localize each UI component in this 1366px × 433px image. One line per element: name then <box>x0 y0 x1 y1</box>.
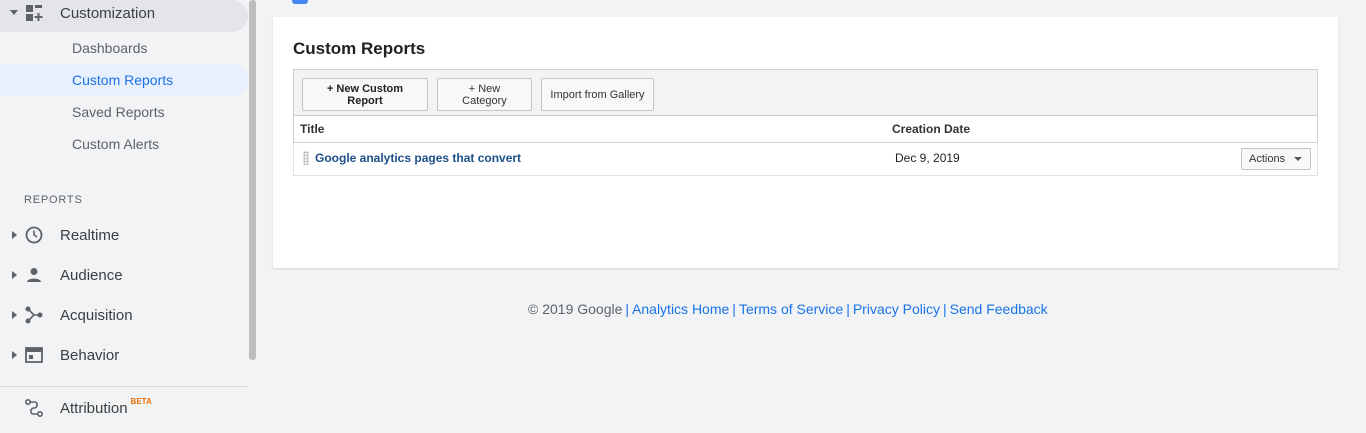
reports-toolbar: + New Custom Report + New Category Impor… <box>293 69 1318 116</box>
acquisition-icon <box>25 306 43 324</box>
import-from-gallery-button[interactable]: Import from Gallery <box>541 78 654 111</box>
clock-icon <box>25 226 43 244</box>
actions-label: Actions <box>1249 153 1286 165</box>
beta-badge: BETA <box>130 397 152 406</box>
footer-link-analytics-home[interactable]: Analytics Home <box>632 301 729 317</box>
custom-reports-card: Custom Reports + New Custom Report + New… <box>273 17 1338 268</box>
footer: © 2019 Google | Analytics Home | Terms of Se… <box>528 301 1048 317</box>
sidebar: Customization Dashboards Custom Reports … <box>0 0 256 433</box>
footer-link-terms[interactable]: Terms of Service <box>739 301 843 317</box>
caret-down-icon <box>10 10 18 15</box>
sidebar-item-acquisition[interactable]: Acquisition <box>0 300 248 330</box>
sidebar-item-label: Custom Reports <box>72 72 174 88</box>
attribution-label-wrap: Attribution BETA <box>60 397 152 417</box>
top-app-chip <box>292 0 308 4</box>
person-icon <box>27 268 41 282</box>
table-row: Google analytics pages that convert Dec … <box>293 143 1318 176</box>
sidebar-item-label: Behavior <box>60 347 120 364</box>
page-title: Custom Reports <box>293 39 426 58</box>
sidebar-item-custom-reports[interactable]: Custom Reports <box>0 64 248 96</box>
caret-right-icon <box>12 351 17 359</box>
sidebar-item-custom-alerts[interactable]: Custom Alerts <box>0 128 248 160</box>
new-custom-report-button[interactable]: + New Custom Report <box>302 78 428 111</box>
footer-separator: | <box>732 301 736 317</box>
footer-separator: | <box>625 301 630 317</box>
column-header-title[interactable]: Title <box>300 122 324 136</box>
report-creation-date: Dec 9, 2019 <box>895 151 960 165</box>
sidebar-item-label: Customization <box>60 5 156 22</box>
sidebar-item-realtime[interactable]: Realtime <box>0 220 248 250</box>
sidebar-item-customization[interactable]: Customization <box>0 0 248 32</box>
sidebar-item-saved-reports[interactable]: Saved Reports <box>0 96 248 128</box>
drag-handle-icon[interactable] <box>303 151 309 165</box>
column-header-creation-date[interactable]: Creation Date <box>892 122 970 136</box>
attribution-icon <box>25 399 43 417</box>
table-header: Title Creation Date <box>293 116 1318 143</box>
chevron-down-icon <box>1294 157 1302 161</box>
footer-copyright: © 2019 Google <box>528 301 623 317</box>
sidebar-item-label: Saved Reports <box>72 104 165 120</box>
sidebar-divider <box>0 386 248 387</box>
report-title-link[interactable]: Google analytics pages that convert <box>315 151 521 165</box>
sidebar-item-dashboards[interactable]: Dashboards <box>0 32 248 64</box>
footer-link-send-feedback[interactable]: Send Feedback <box>950 301 1048 317</box>
caret-right-icon <box>12 231 17 239</box>
sidebar-item-label: Realtime <box>60 227 120 244</box>
caret-right-icon <box>12 311 17 319</box>
sidebar-item-label: Dashboards <box>72 40 148 56</box>
behavior-icon <box>25 347 43 363</box>
sidebar-item-audience[interactable]: Audience <box>0 260 248 290</box>
sidebar-item-label: Custom Alerts <box>72 136 160 152</box>
actions-dropdown-button[interactable]: Actions <box>1241 148 1311 170</box>
footer-separator: | <box>942 301 947 317</box>
customization-icon <box>26 5 43 21</box>
sidebar-item-attribution[interactable]: Attribution BETA <box>0 394 248 424</box>
new-category-button[interactable]: + New Category <box>437 78 532 111</box>
caret-right-icon <box>12 271 17 279</box>
sidebar-item-label: Acquisition <box>60 307 133 324</box>
reports-section-heading: REPORTS <box>24 194 83 206</box>
sidebar-item-label: Attribution <box>60 400 128 417</box>
sidebar-item-label: Audience <box>60 267 123 284</box>
sidebar-scrollbar[interactable] <box>249 0 256 360</box>
footer-link-privacy[interactable]: Privacy Policy <box>853 301 940 317</box>
footer-separator: | <box>846 301 850 317</box>
sidebar-item-behavior[interactable]: Behavior <box>0 340 248 370</box>
